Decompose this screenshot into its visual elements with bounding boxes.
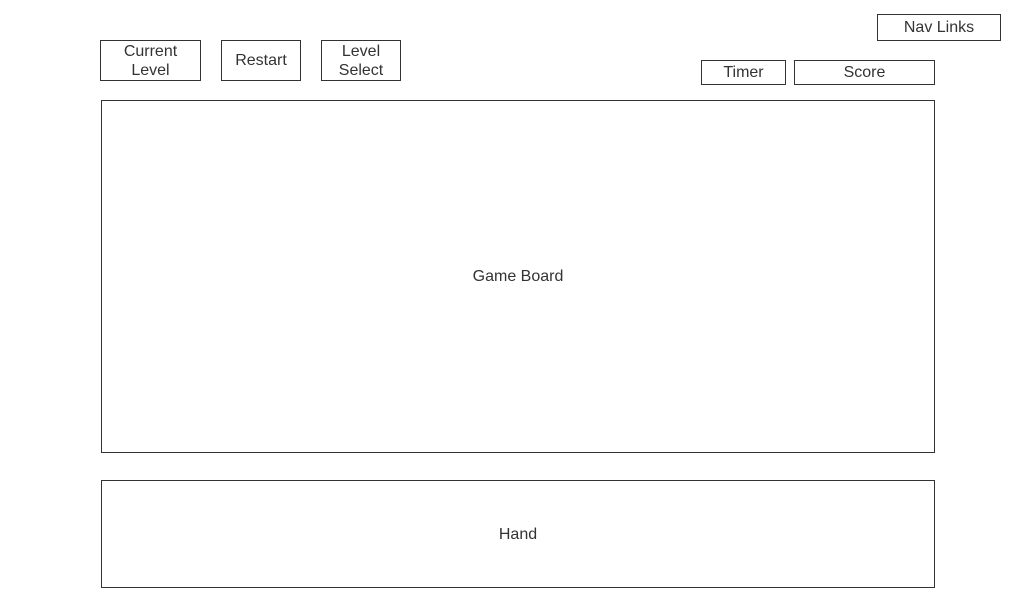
level-select-button[interactable]: Level Select xyxy=(321,40,401,81)
hand-label: Hand xyxy=(498,525,538,543)
nav-links[interactable]: Nav Links xyxy=(877,14,1001,41)
level-select-label: Level Select xyxy=(338,42,384,79)
timer-label: Timer xyxy=(723,63,764,81)
restart-label: Restart xyxy=(235,52,287,69)
score-display: Score xyxy=(794,60,935,85)
nav-links-label: Nav Links xyxy=(903,19,975,36)
restart-button[interactable]: Restart xyxy=(221,40,301,81)
game-board-label: Game Board xyxy=(472,268,564,285)
current-level-box: Current Level xyxy=(100,40,201,81)
game-board[interactable]: Game Board xyxy=(101,100,935,453)
current-level-label: Current Level xyxy=(123,42,178,79)
hand-area[interactable]: Hand xyxy=(101,480,935,588)
timer-display: Timer xyxy=(701,60,786,85)
score-label: Score xyxy=(843,63,886,81)
